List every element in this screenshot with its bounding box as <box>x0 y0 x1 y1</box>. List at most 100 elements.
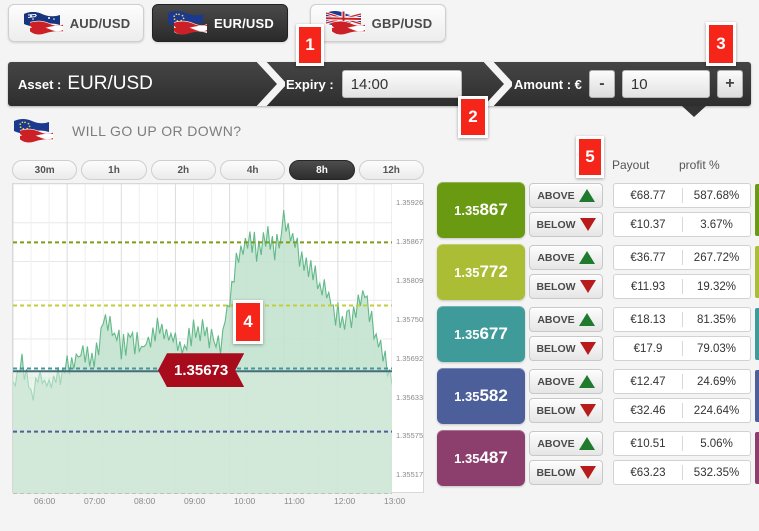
below-label: BELOW <box>536 218 576 231</box>
x-axis-tick-label: 07:00 <box>84 496 106 506</box>
above-button[interactable]: ABOVE <box>529 183 603 208</box>
above-profit: 24.69% <box>696 375 736 388</box>
direction-question-header: WILL GO UP OR DOWN? <box>12 118 241 144</box>
eur-usd-flag-icon <box>166 10 208 36</box>
above-button[interactable]: ABOVE <box>529 307 603 332</box>
above-profit: 587.68% <box>693 189 740 202</box>
table-row: 1.35487 ABOVE BELOW €10.51 5.06% €63.23 532.35… <box>437 430 759 492</box>
row-color-stripe <box>755 370 759 422</box>
y-axis-tick-label: 1.35926 <box>396 198 424 208</box>
arrow-down-icon <box>579 404 596 417</box>
strike-price-tile[interactable]: 1.35582 <box>437 368 525 424</box>
below-profit: 3.67% <box>700 218 733 231</box>
timeframe-1h[interactable]: 1h <box>81 160 147 180</box>
row-color-stripe <box>755 246 759 298</box>
above-label: ABOVE <box>537 189 575 202</box>
row-color-stripe <box>755 184 759 236</box>
arrow-down-icon <box>579 280 596 293</box>
below-values[interactable]: €63.23 532.35% <box>613 460 751 485</box>
asset-value: EUR/USD <box>67 73 153 94</box>
above-values[interactable]: €68.77 587.68% <box>613 183 751 208</box>
strike-price-tile[interactable]: 1.35867 <box>437 182 525 238</box>
above-profit: 81.35% <box>696 313 736 326</box>
above-values[interactable]: €12.47 24.69% <box>613 369 751 394</box>
above-payout: €68.77 <box>630 189 666 202</box>
above-label: ABOVE <box>537 437 575 450</box>
strike-price-tile[interactable]: 1.35487 <box>437 430 525 486</box>
above-button[interactable]: ABOVE <box>529 431 603 456</box>
above-button[interactable]: ABOVE <box>529 369 603 394</box>
amount-input[interactable]: 10 <box>621 70 710 98</box>
y-axis-tick-label: 1.35633 <box>396 392 424 402</box>
arrow-up-icon <box>578 437 595 450</box>
below-button[interactable]: BELOW <box>529 336 603 361</box>
table-row: 1.35772 ABOVE BELOW €36.77 267.72% €11.93 19.3… <box>437 244 759 306</box>
tab-gbp-usd[interactable]: GBP/USD <box>310 4 446 42</box>
y-axis-tick-label: 1.35750 <box>396 315 424 325</box>
below-payout: €32.46 <box>630 404 666 417</box>
amount-decrease-button[interactable]: - <box>588 70 615 98</box>
arrow-up-icon <box>578 313 595 326</box>
chevron-separator-1-icon <box>251 62 285 106</box>
gbp-usd-flag-icon <box>324 10 366 36</box>
arrow-down-icon <box>579 218 596 231</box>
strike-price-value: 1.35582 <box>454 386 508 405</box>
chart-svg <box>13 184 392 494</box>
above-payout: €18.13 <box>630 313 666 326</box>
below-profit: 532.35% <box>693 466 740 479</box>
timeframe-4h[interactable]: 4h <box>219 160 286 180</box>
payout-column-header: Payout <box>612 158 650 172</box>
above-button[interactable]: ABOVE <box>529 245 603 270</box>
amount-segment: Amount : € - 10 + <box>514 62 743 106</box>
timeframe-12h[interactable]: 12h <box>358 160 424 180</box>
below-values[interactable]: €17.9 79.03% <box>613 336 751 361</box>
below-payout: €17.9 <box>633 342 663 355</box>
asset-expiry-amount-bar: Asset : EUR/USD Expiry : 14:00 Amount : … <box>8 62 751 106</box>
above-values[interactable]: €18.13 81.35% <box>613 307 751 332</box>
direction-question-text: WILL GO UP OR DOWN? <box>72 123 242 139</box>
strike-price-value: 1.35772 <box>454 262 508 281</box>
asset-tabs: AUD/USD EUR/USD GBP/USD <box>0 2 759 46</box>
tab-label: EUR/USD <box>214 15 274 31</box>
below-button[interactable]: BELOW <box>529 212 603 237</box>
below-button[interactable]: BELOW <box>529 398 603 423</box>
callout-5: 5 <box>576 136 604 178</box>
below-values[interactable]: €10.37 3.67% <box>613 212 751 237</box>
above-label: ABOVE <box>537 375 575 388</box>
below-button[interactable]: BELOW <box>529 460 603 485</box>
price-chart[interactable]: 1.35926 1.35867 1.35809 1.35750 1.35692 1.356… <box>12 183 424 494</box>
table-row: 1.35582 ABOVE BELOW €12.47 24.69% €32.46 224.6… <box>437 368 759 430</box>
expiry-input[interactable]: 14:00 <box>341 70 462 98</box>
y-axis-tick-label: 1.35692 <box>396 353 424 363</box>
row-color-stripe <box>755 308 759 360</box>
below-profit: 79.03% <box>696 342 736 355</box>
trading-app: AUD/USD EUR/USD GBP/USD Asset: EUR/USD … <box>0 0 759 531</box>
tab-aud-usd[interactable]: AUD/USD <box>8 4 144 42</box>
arrow-down-icon <box>579 466 596 479</box>
above-payout: €12.47 <box>630 375 666 388</box>
below-payout: €11.93 <box>630 280 666 293</box>
above-payout: €36.77 <box>630 251 666 264</box>
above-label: ABOVE <box>537 251 575 264</box>
below-values[interactable]: €32.46 224.64% <box>613 398 751 423</box>
tab-label: GBP/USD <box>371 15 433 31</box>
timeframe-8h[interactable]: 8h <box>289 160 355 180</box>
amount-increase-button[interactable]: + <box>716 70 743 98</box>
below-values[interactable]: €11.93 19.32% <box>613 274 751 299</box>
below-payout: €10.37 <box>630 218 666 231</box>
above-values[interactable]: €36.77 267.72% <box>613 245 751 270</box>
strike-price-tile[interactable]: 1.35772 <box>437 244 525 300</box>
below-button[interactable]: BELOW <box>529 274 603 299</box>
strike-price-value: 1.35677 <box>454 324 508 343</box>
above-profit: 5.06% <box>700 437 733 450</box>
current-price-badge: 1.35673 <box>158 353 244 387</box>
timeframe-30m[interactable]: 30m <box>12 160 78 180</box>
arrow-up-icon <box>578 375 595 388</box>
expiry-segment: Expiry : 14:00 <box>286 62 462 106</box>
tab-label: AUD/USD <box>69 15 131 31</box>
strike-price-tile[interactable]: 1.35677 <box>437 306 525 362</box>
timeframe-2h[interactable]: 2h <box>150 160 216 180</box>
above-values[interactable]: €10.51 5.06% <box>613 431 751 456</box>
tab-eur-usd[interactable]: EUR/USD <box>152 4 288 42</box>
x-axis-tick-label: 06:00 <box>34 496 56 506</box>
